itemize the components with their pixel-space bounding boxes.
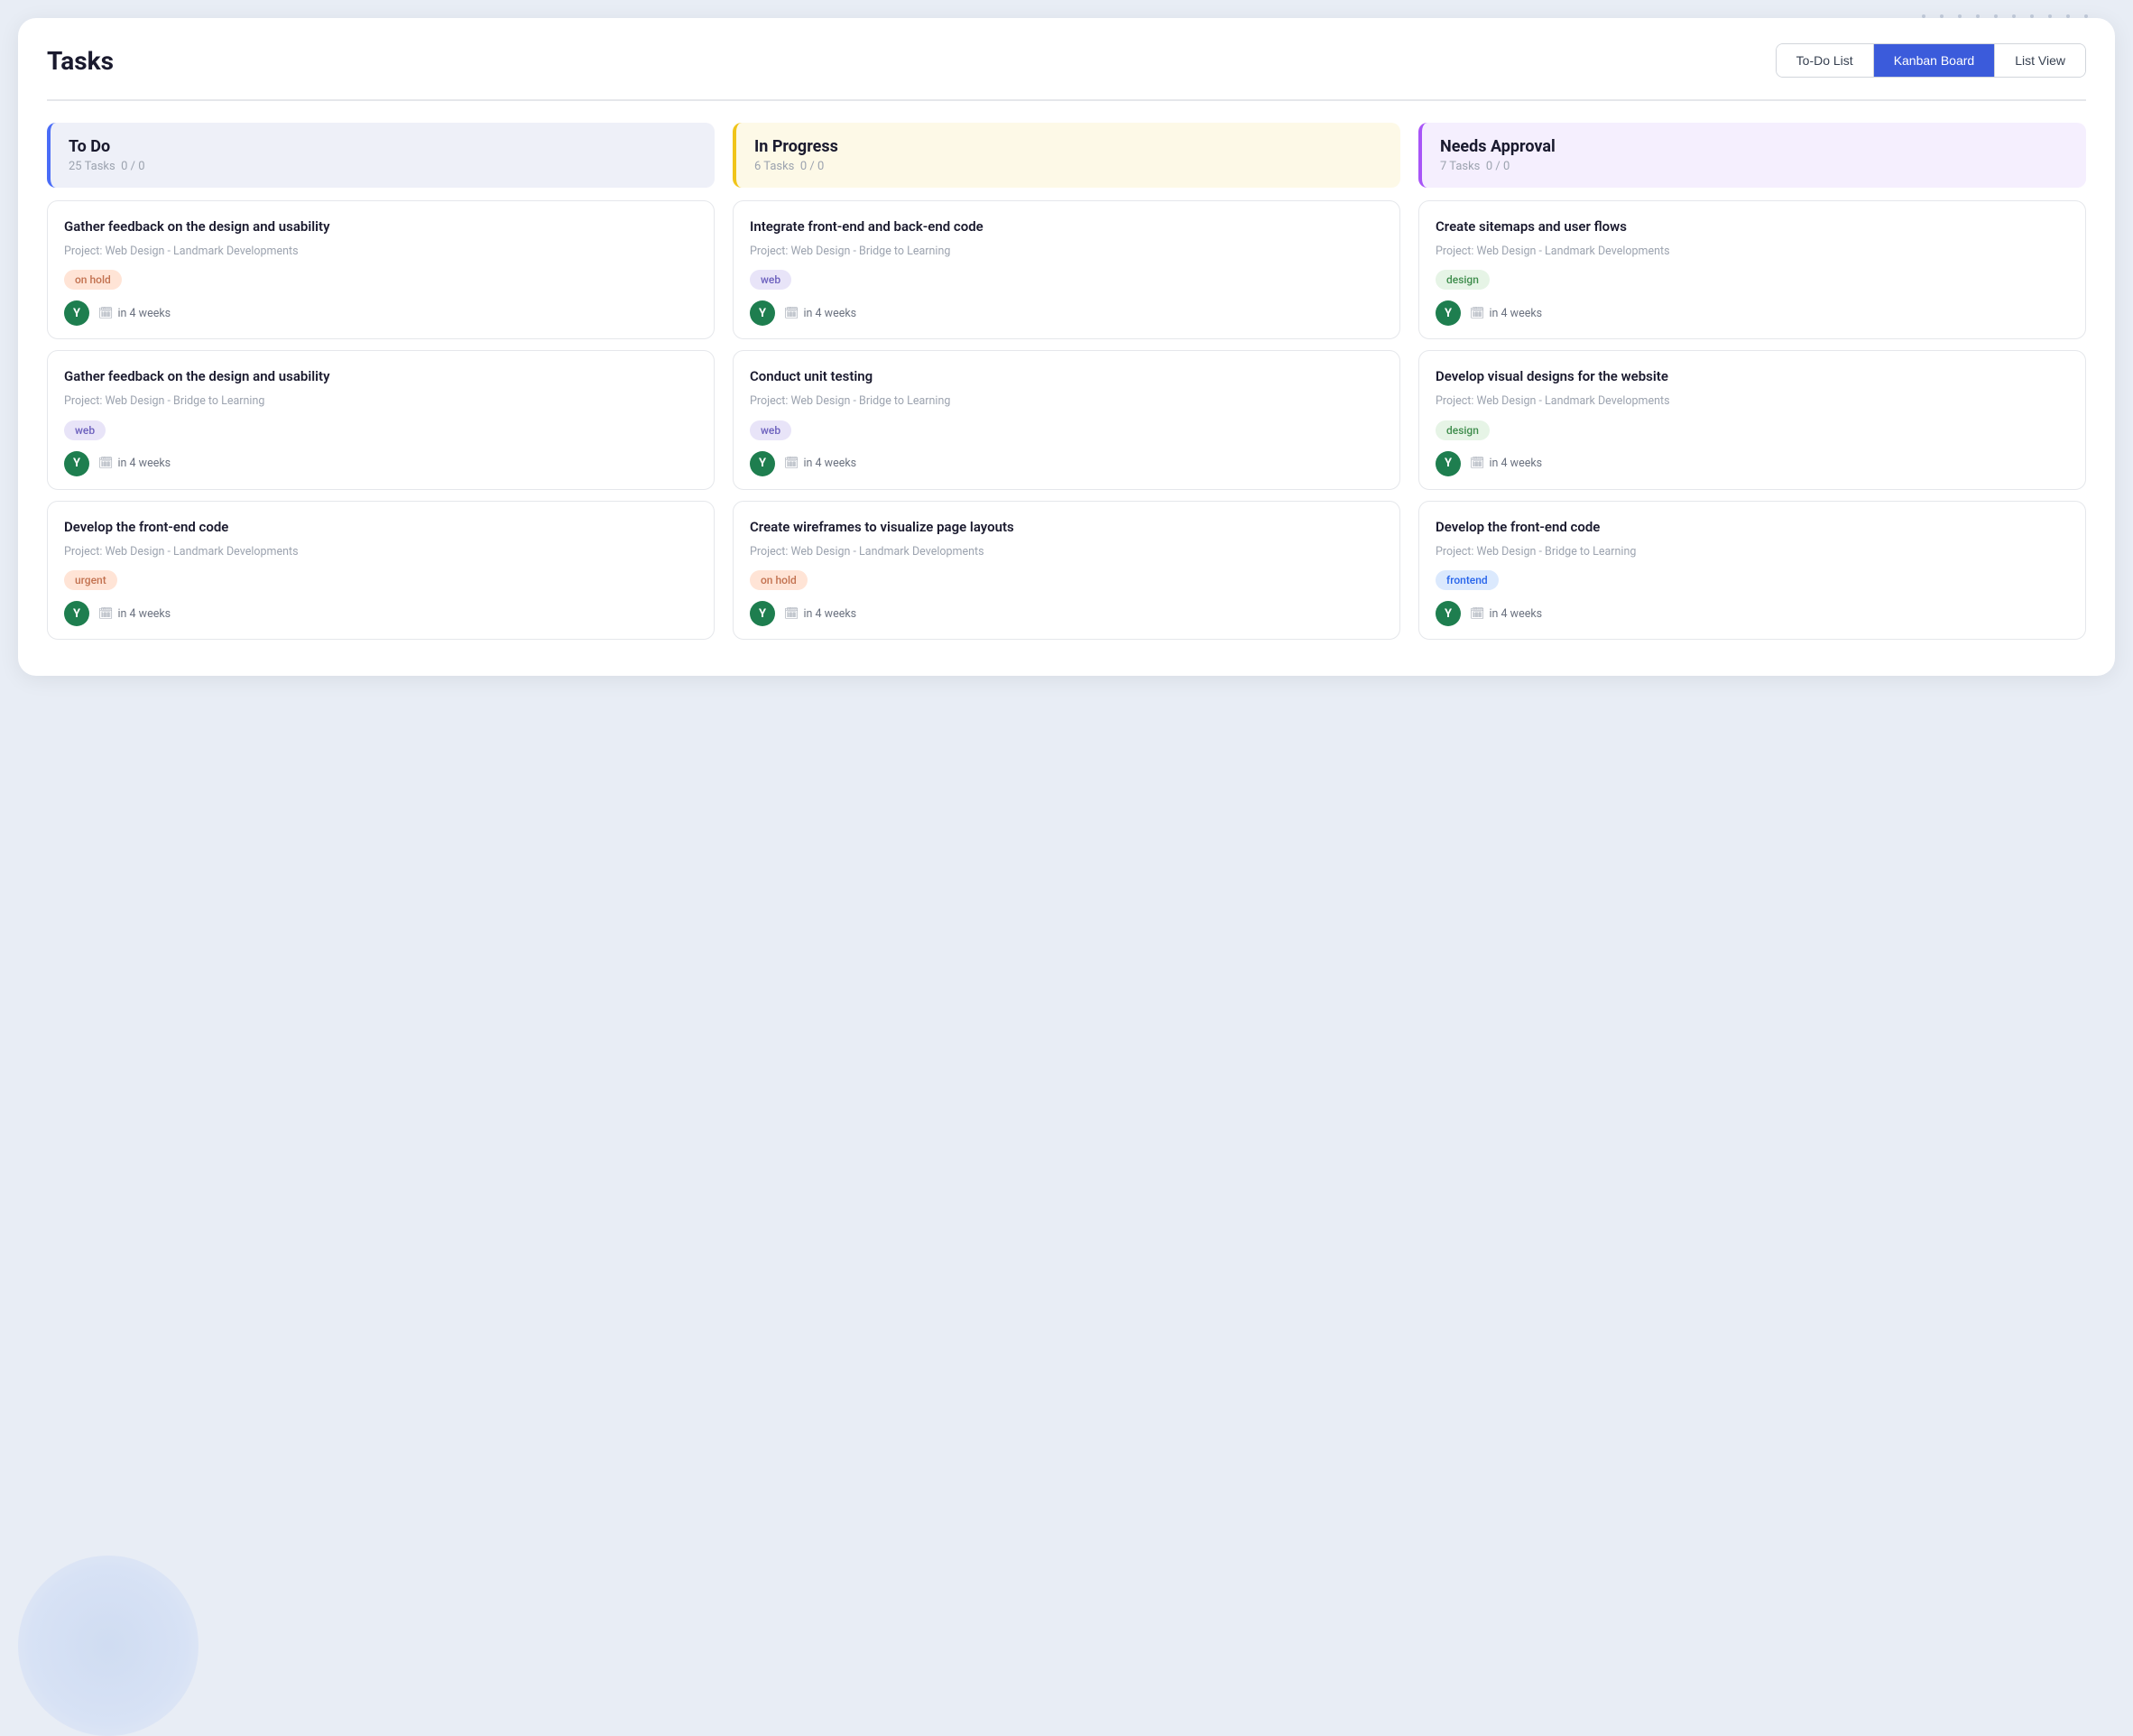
- task-title: Create wireframes to visualize page layo…: [750, 518, 1383, 537]
- calendar-icon: 🗓: [1470, 457, 1485, 470]
- task-tag: on hold: [64, 270, 122, 290]
- tab-kanban-board[interactable]: Kanban Board: [1874, 44, 1996, 77]
- column-todo: To Do 25 Tasks 0 / 0 Gather feedback on …: [47, 123, 715, 651]
- avatar: Y: [1436, 451, 1461, 476]
- avatar: Y: [750, 601, 775, 626]
- calendar-icon: 🗓: [784, 307, 799, 320]
- avatar: Y: [64, 300, 89, 326]
- task-project: Project: Web Design - Bridge to Learning: [64, 393, 697, 410]
- due-date: 🗓 in 4 weeks: [784, 457, 856, 470]
- task-title: Conduct unit testing: [750, 367, 1383, 386]
- task-tag: design: [1436, 270, 1490, 290]
- task-footer: Y 🗓 in 4 weeks: [64, 451, 697, 476]
- calendar-icon: 🗓: [1470, 307, 1485, 320]
- task-tag: design: [1436, 420, 1490, 440]
- task-title: Gather feedback on the design and usabil…: [64, 217, 697, 236]
- task-project: Project: Web Design - Landmark Developme…: [64, 544, 697, 560]
- calendar-icon: 🗓: [784, 457, 799, 470]
- task-tag: frontend: [1436, 570, 1499, 590]
- column-needsapproval: Needs Approval 7 Tasks 0 / 0 Create site…: [1418, 123, 2086, 651]
- calendar-icon: 🗓: [1470, 607, 1485, 621]
- task-title: Gather feedback on the design and usabil…: [64, 367, 697, 386]
- header-divider: [47, 99, 2086, 101]
- due-date: 🗓 in 4 weeks: [1470, 307, 1542, 320]
- task-card[interactable]: Develop visual designs for the website P…: [1418, 350, 2086, 490]
- calendar-icon: 🗓: [98, 607, 114, 621]
- task-card[interactable]: Conduct unit testing Project: Web Design…: [733, 350, 1400, 490]
- column-header-inprogress: In Progress 6 Tasks 0 / 0: [733, 123, 1400, 188]
- due-date: 🗓 in 4 weeks: [1470, 607, 1542, 621]
- column-meta-inprogress: 6 Tasks 0 / 0: [754, 160, 1382, 173]
- column-inprogress: In Progress 6 Tasks 0 / 0 Integrate fron…: [733, 123, 1400, 651]
- task-title: Integrate front-end and back-end code: [750, 217, 1383, 236]
- due-date: 🗓 in 4 weeks: [98, 607, 171, 621]
- task-card[interactable]: Create sitemaps and user flows Project: …: [1418, 200, 2086, 340]
- tab-todo-list[interactable]: To-Do List: [1777, 44, 1874, 77]
- calendar-icon: 🗓: [98, 457, 114, 470]
- task-footer: Y 🗓 in 4 weeks: [64, 300, 697, 326]
- calendar-icon: 🗓: [784, 607, 799, 621]
- task-footer: Y 🗓 in 4 weeks: [750, 451, 1383, 476]
- task-card[interactable]: Gather feedback on the design and usabil…: [47, 350, 715, 490]
- task-project: Project: Web Design - Bridge to Learning: [1436, 544, 2069, 560]
- page-header: Tasks To-Do List Kanban Board List View: [47, 43, 2086, 78]
- task-footer: Y 🗓 in 4 weeks: [750, 300, 1383, 326]
- task-footer: Y 🗓 in 4 weeks: [1436, 601, 2069, 626]
- main-card: Tasks To-Do List Kanban Board List View …: [18, 18, 2115, 676]
- calendar-icon: 🗓: [98, 307, 114, 320]
- due-date: 🗓 in 4 weeks: [1470, 457, 1542, 470]
- due-date: 🗓 in 4 weeks: [784, 607, 856, 621]
- task-card[interactable]: Develop the front-end code Project: Web …: [47, 501, 715, 641]
- avatar: Y: [64, 601, 89, 626]
- task-card[interactable]: Gather feedback on the design and usabil…: [47, 200, 715, 340]
- task-project: Project: Web Design - Landmark Developme…: [1436, 244, 2069, 260]
- task-card[interactable]: Create wireframes to visualize page layo…: [733, 501, 1400, 641]
- task-card[interactable]: Develop the front-end code Project: Web …: [1418, 501, 2086, 641]
- column-title-inprogress: In Progress: [754, 137, 1382, 156]
- column-header-needsapproval: Needs Approval 7 Tasks 0 / 0: [1418, 123, 2086, 188]
- due-date: 🗓 in 4 weeks: [98, 457, 171, 470]
- task-title: Develop the front-end code: [64, 518, 697, 537]
- due-date: 🗓 in 4 weeks: [98, 307, 171, 320]
- task-title: Develop the front-end code: [1436, 518, 2069, 537]
- column-meta-todo: 25 Tasks 0 / 0: [69, 160, 697, 173]
- task-title: Develop visual designs for the website: [1436, 367, 2069, 386]
- task-project: Project: Web Design - Bridge to Learning: [750, 244, 1383, 260]
- task-project: Project: Web Design - Landmark Developme…: [750, 544, 1383, 560]
- column-title-needsapproval: Needs Approval: [1440, 137, 2068, 156]
- task-footer: Y 🗓 in 4 weeks: [1436, 300, 2069, 326]
- kanban-board: To Do 25 Tasks 0 / 0 Gather feedback on …: [47, 123, 2086, 651]
- task-project: Project: Web Design - Bridge to Learning: [750, 393, 1383, 410]
- task-tag: urgent: [64, 570, 117, 590]
- task-footer: Y 🗓 in 4 weeks: [64, 601, 697, 626]
- task-footer: Y 🗓 in 4 weeks: [750, 601, 1383, 626]
- task-project: Project: Web Design - Landmark Developme…: [64, 244, 697, 260]
- avatar: Y: [1436, 601, 1461, 626]
- task-card[interactable]: Integrate front-end and back-end code Pr…: [733, 200, 1400, 340]
- avatar: Y: [750, 300, 775, 326]
- column-title-todo: To Do: [69, 137, 697, 156]
- avatar: Y: [1436, 300, 1461, 326]
- task-project: Project: Web Design - Landmark Developme…: [1436, 393, 2069, 410]
- avatar: Y: [64, 451, 89, 476]
- task-tag: web: [750, 420, 791, 440]
- task-tag: web: [750, 270, 791, 290]
- task-tag: web: [64, 420, 106, 440]
- page-title: Tasks: [47, 46, 114, 76]
- blue-blob-decoration: [18, 1556, 199, 1736]
- due-date: 🗓 in 4 weeks: [784, 307, 856, 320]
- column-meta-needsapproval: 7 Tasks 0 / 0: [1440, 160, 2068, 173]
- view-tabs: To-Do List Kanban Board List View: [1776, 43, 2086, 78]
- task-tag: on hold: [750, 570, 808, 590]
- tab-list-view[interactable]: List View: [1995, 44, 2085, 77]
- task-footer: Y 🗓 in 4 weeks: [1436, 451, 2069, 476]
- avatar: Y: [750, 451, 775, 476]
- column-header-todo: To Do 25 Tasks 0 / 0: [47, 123, 715, 188]
- task-title: Create sitemaps and user flows: [1436, 217, 2069, 236]
